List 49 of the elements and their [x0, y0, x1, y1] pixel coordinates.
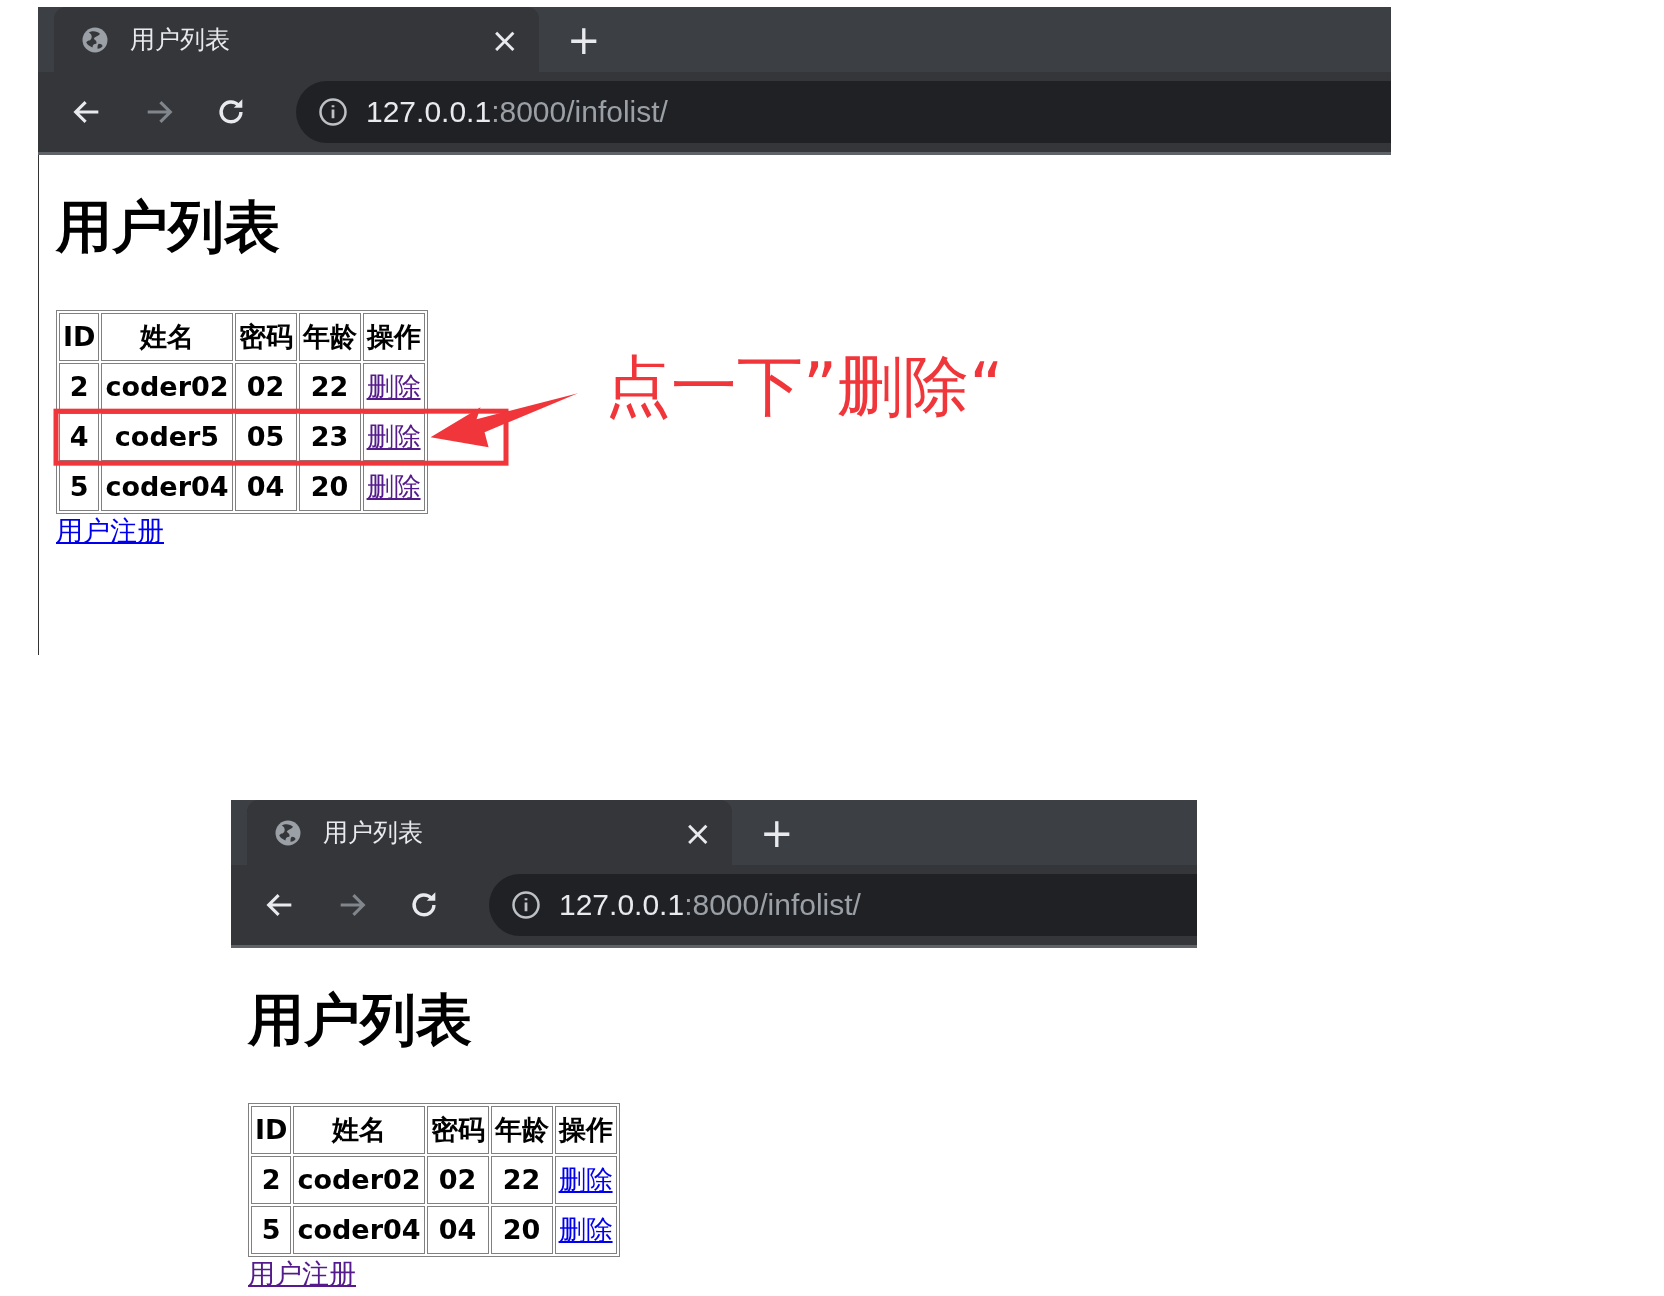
table-cell: 02 — [234, 363, 297, 412]
column-header: 姓名 — [293, 1106, 425, 1155]
close-tab-button[interactable]: × — [490, 19, 519, 60]
browser-tab[interactable]: 用户列表 × — [247, 800, 732, 865]
url-text: 127.0.0.1:8000/infolist/ — [559, 888, 861, 922]
tab-title: 用户列表 — [130, 24, 231, 56]
table-cell: 5 — [59, 463, 100, 512]
column-header: ID — [59, 313, 100, 362]
table-cell: 05 — [234, 413, 297, 462]
table-cell: coder02 — [101, 363, 233, 412]
column-header: 年龄 — [298, 313, 361, 362]
column-header: 操作 — [554, 1106, 617, 1155]
table-cell: 02 — [426, 1156, 489, 1205]
browser-tab[interactable]: 用户列表 × — [54, 7, 539, 72]
table-cell: coder5 — [101, 413, 233, 462]
table-cell: coder02 — [293, 1156, 425, 1205]
page-heading: 用户列表 — [56, 193, 281, 261]
column-header: 姓名 — [101, 313, 233, 362]
table-cell: coder04 — [101, 463, 233, 512]
new-tab-button[interactable]: + — [567, 16, 601, 63]
register-link[interactable]: 用户注册 — [248, 1257, 356, 1292]
annotation-text: 点一下”删除“ — [605, 347, 1004, 427]
table-cell: 2 — [59, 363, 100, 412]
column-header: 年龄 — [490, 1106, 553, 1155]
column-header: 密码 — [234, 313, 297, 362]
address-bar[interactable]: 127.0.0.1:8000/infolist/ — [489, 874, 1197, 936]
column-header: 操作 — [362, 313, 425, 362]
table-cell: 23 — [298, 413, 361, 462]
table-cell: 04 — [426, 1206, 489, 1255]
address-bar[interactable]: 127.0.0.1:8000/infolist/ — [296, 81, 1391, 143]
register-link[interactable]: 用户注册 — [56, 514, 164, 549]
table-cell: 4 — [59, 413, 100, 462]
table-cell: 22 — [490, 1156, 553, 1205]
table-cell: 22 — [298, 363, 361, 412]
info-icon[interactable] — [511, 890, 541, 920]
column-header: 密码 — [426, 1106, 489, 1155]
new-tab-button[interactable]: + — [760, 809, 794, 856]
close-tab-button[interactable]: × — [683, 812, 712, 853]
table-cell: 20 — [490, 1206, 553, 1255]
table-cell: 5 — [251, 1206, 292, 1255]
table-cell: 20 — [298, 463, 361, 512]
table-cell: coder04 — [293, 1206, 425, 1255]
info-icon[interactable] — [318, 97, 348, 127]
column-header: ID — [251, 1106, 292, 1155]
table-cell: 04 — [234, 463, 297, 512]
table-cell: 2 — [251, 1156, 292, 1205]
tab-title: 用户列表 — [323, 817, 424, 849]
url-text: 127.0.0.1:8000/infolist/ — [366, 95, 668, 129]
page-heading: 用户列表 — [248, 986, 473, 1054]
